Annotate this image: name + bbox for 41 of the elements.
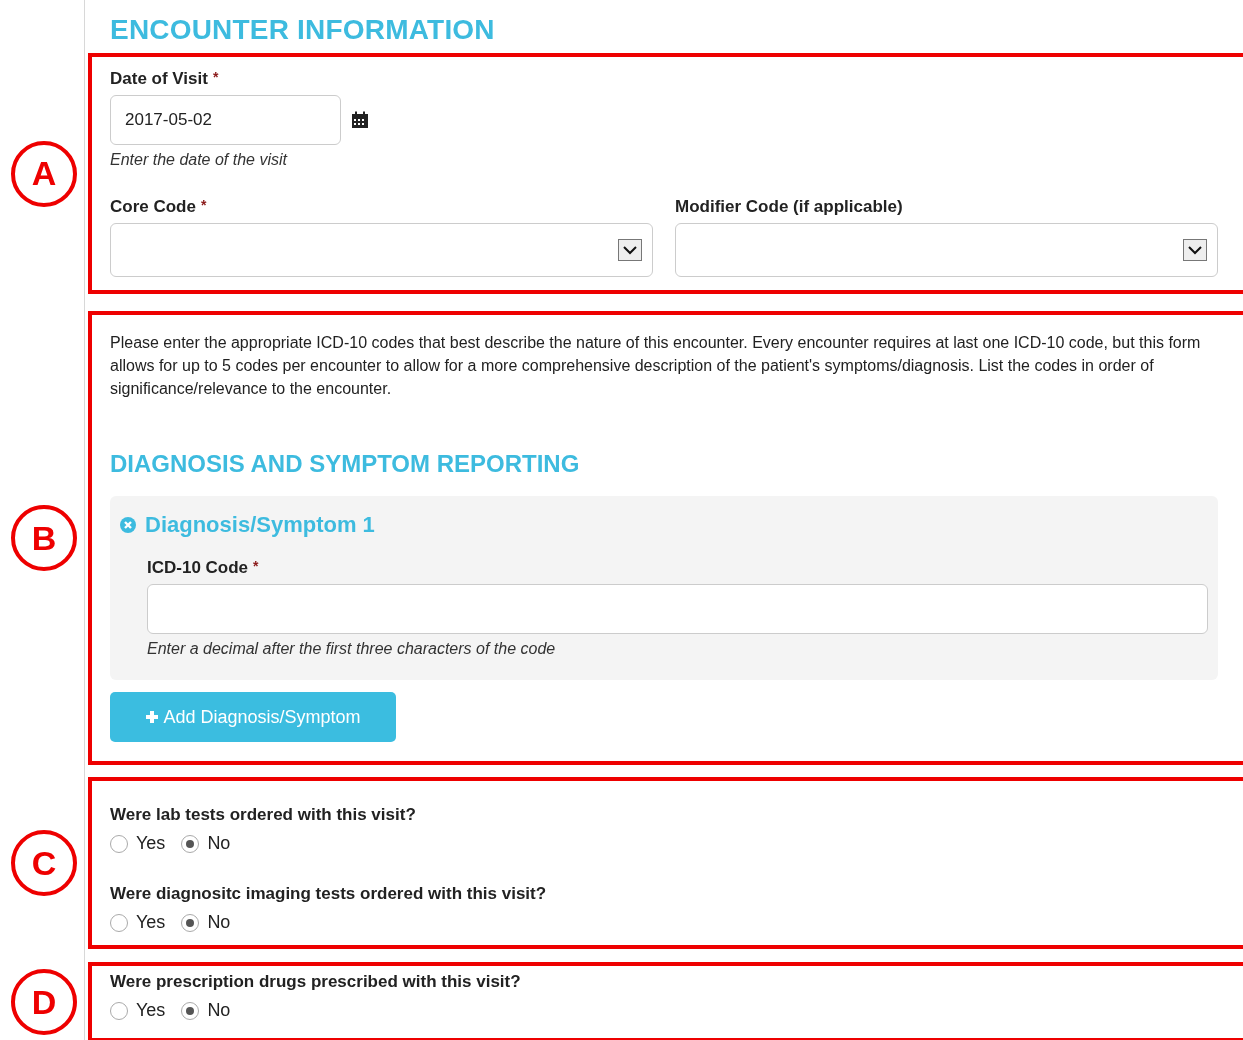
help-text: Enter a decimal after the first three characters of the code bbox=[147, 640, 557, 658]
radio-button[interactable] bbox=[110, 1001, 128, 1020]
radio-label: No bbox=[207, 912, 231, 933]
field-label: Date of Visit bbox=[110, 69, 208, 89]
help-text: Enter the date of the visit bbox=[110, 151, 289, 169]
dropdown[interactable] bbox=[675, 223, 1218, 277]
section-marker: D bbox=[11, 969, 77, 1035]
entry-title: Diagnosis/Symptom 1 bbox=[145, 512, 375, 538]
section-heading: DIAGNOSIS AND SYMPTOM REPORTING bbox=[110, 450, 581, 478]
date-field[interactable]: 2017-05-02 bbox=[110, 95, 341, 145]
dropdown[interactable] bbox=[110, 223, 653, 277]
radio-label: Yes bbox=[136, 833, 166, 854]
radio-button[interactable] bbox=[110, 834, 128, 853]
required-asterisk: * bbox=[253, 558, 259, 576]
field-label: Modifier Code (if applicable) bbox=[675, 197, 903, 217]
question-label: Were lab tests ordered with this visit? bbox=[110, 805, 417, 825]
radio-label: No bbox=[207, 833, 231, 854]
code-field[interactable] bbox=[147, 584, 1208, 634]
radio-button[interactable] bbox=[181, 913, 200, 932]
caret-icon bbox=[618, 239, 642, 261]
radio-label: Yes bbox=[136, 912, 166, 933]
instructions-text: Please enter the appropriate ICD-10 codes that best describe the nature of this encounter. Every encounter requires at last one ICD-10 code, but this form allows for up to 5 codes per encounter to allow for a more comprehensive description of the patient's symptoms/diagnosis. List the codes in order of significance/relevance to the encounter. bbox=[110, 333, 1202, 399]
question-label: Were diagnositc imaging tests ordered with this visit? bbox=[110, 884, 548, 904]
radio-label: Yes bbox=[136, 1000, 166, 1021]
required-asterisk: * bbox=[200, 197, 207, 215]
radio-button[interactable] bbox=[110, 913, 128, 932]
question-label: Were prescription drugs prescribed with this visit? bbox=[110, 972, 522, 992]
page-heading: ENCOUNTER INFORMATION bbox=[110, 14, 496, 47]
radio-label: No bbox=[207, 1000, 231, 1021]
remove-icon[interactable] bbox=[120, 517, 136, 533]
radio-button[interactable] bbox=[181, 834, 200, 853]
caret-icon bbox=[1183, 239, 1207, 261]
field-label: Core Code bbox=[110, 197, 196, 217]
section-marker: C bbox=[11, 830, 77, 896]
field-label: ICD-10 Code bbox=[147, 558, 249, 578]
section-marker: B bbox=[11, 505, 77, 571]
plus-icon bbox=[145, 710, 160, 724]
radio-button[interactable] bbox=[181, 1001, 200, 1020]
section-marker: A bbox=[11, 140, 77, 207]
required-asterisk: * bbox=[212, 69, 219, 87]
calendar-icon[interactable] bbox=[351, 111, 369, 129]
